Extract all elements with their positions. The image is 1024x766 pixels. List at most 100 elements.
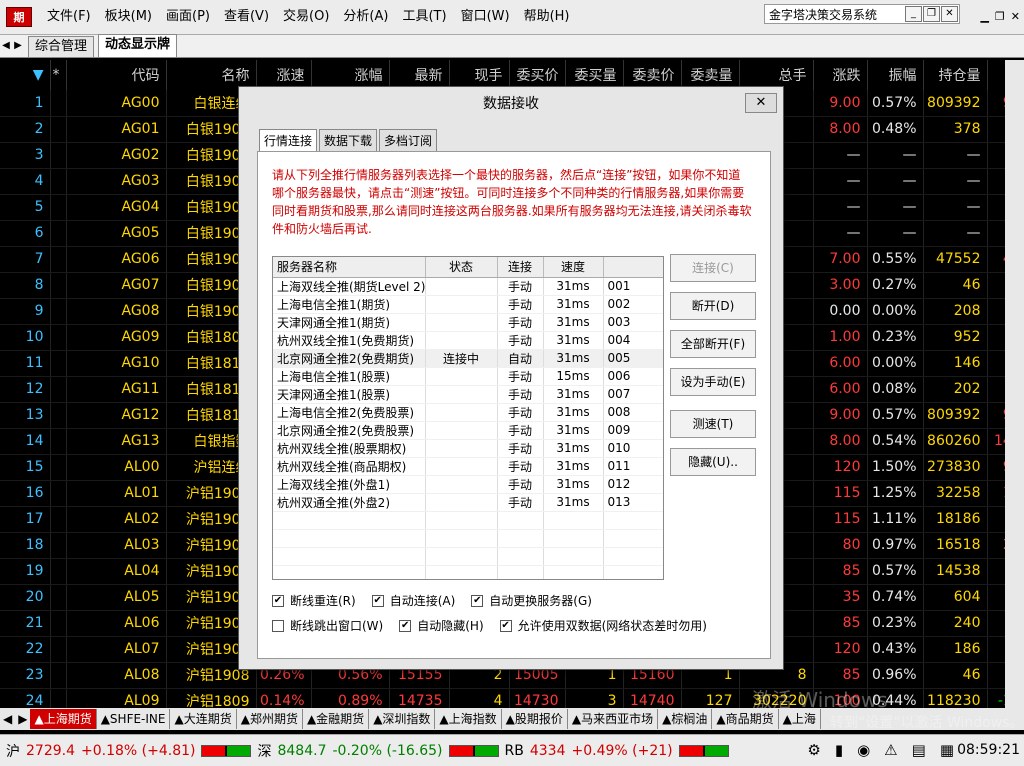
market-tab-4[interactable]: ▲金融期货 [303,709,370,729]
quote-cell: 7.00 [813,246,868,273]
speed-test-button[interactable]: 测速(T) [670,410,756,438]
menu-item-8[interactable]: 帮助(H) [517,0,577,34]
grid-vertical-scrollbar[interactable] [1005,60,1024,708]
menu-item-5[interactable]: 分析(A) [336,0,395,34]
market-tab-3[interactable]: ▲郑州期货 [237,709,303,729]
checkbox-icon[interactable] [272,619,284,632]
option-1[interactable]: ✔ 自动连接(A) [371,592,455,609]
disconnect-all-button[interactable]: 全部断开(F) [670,330,756,358]
market-tab-next-icon[interactable]: ▶ [15,712,30,726]
menu-item-1[interactable]: 板块(M) [98,0,159,34]
minimize-icon[interactable]: _ [905,6,922,22]
checkbox-icon[interactable]: ✔ [399,619,412,632]
server-row[interactable]: 杭州双通全推(外盘2) 手动 31ms 013 [273,493,663,512]
server-row[interactable]: 上海双线全推(外盘1) 手动 31ms 012 [273,475,663,494]
market-tab-7[interactable]: ▲股期报价 [502,709,568,729]
menu-item-6[interactable]: 工具(T) [395,0,453,34]
col-header-15[interactable]: 持仓量 [923,60,988,90]
tab-data-download[interactable]: 数据下载 [319,129,378,151]
option-3[interactable]: 断线跳出窗口(W) [272,617,383,634]
server-cell: 009 [603,421,663,440]
server-row[interactable]: 杭州双线全推(商品期权) 手动 31ms 011 [273,457,663,476]
child-window-title-bar: 金字塔决策交易系统 _ ❐ ✕ [764,4,960,24]
market-tab-11[interactable]: ▲上海 [779,709,821,729]
dialog-title-text: 数据接收 [483,96,539,112]
database-icon[interactable]: ▮ [835,741,843,759]
mdi-close-icon[interactable]: ✕ [1011,10,1020,23]
col-header-16[interactable]: 仓差 [987,60,1005,90]
close-icon[interactable]: ✕ [941,6,958,22]
col-header-1[interactable]: * [50,60,67,90]
option-2[interactable]: ✔ 自动更换服务器(G) [471,592,592,609]
checkbox-icon[interactable]: ✔ [471,594,484,607]
tab-dynamic-board[interactable]: 动态显示牌 [98,34,178,57]
server-col-header-3[interactable]: 速度 [543,257,604,278]
server-row[interactable]: 上海电信全推2(免费股票) 手动 31ms 008 [273,403,663,422]
option-4[interactable]: ✔ 自动隐藏(H) [399,617,484,634]
market-tab-5[interactable]: ▲深圳指数 [369,709,436,729]
server-row[interactable]: 北京网通全推2(免费期货) 连接中 自动 31ms 005 [273,349,663,368]
col-header-0[interactable]: ▼ [0,60,51,90]
server-row[interactable]: 上海电信全推1(期货) 手动 31ms 002 [273,295,663,314]
menu-item-0[interactable]: 文件(F) [40,0,98,34]
restore-icon[interactable]: ❐ [923,6,940,22]
mdi-restore-icon[interactable]: ❐ [995,10,1005,23]
disconnect-button[interactable]: 断开(D) [670,292,756,320]
connection-icon[interactable]: ◉ [857,741,870,759]
server-col-header-2[interactable]: 连接 [497,257,544,278]
ticket-icon[interactable]: ▤ [912,741,926,759]
notes-icon[interactable]: ▦ [940,741,954,759]
tab-next-icon[interactable]: ▶ [12,35,24,57]
hide-button[interactable]: 隐藏(U).. [670,448,756,476]
server-row[interactable]: 上海双线全推(期货Level 2) 手动 31ms 001 [273,277,663,296]
server-col-header-1[interactable]: 状态 [425,257,498,278]
server-row[interactable]: 天津网通全推1(股票) 手动 31ms 007 [273,385,663,404]
market-tab-10[interactable]: ▲商品期货 [712,709,779,729]
menu-item-2[interactable]: 画面(P) [159,0,217,34]
quote-cell: 0.57% [867,402,924,429]
market-tab-9[interactable]: ▲棕榈油 [658,709,713,729]
server-col-header-0[interactable]: 服务器名称 [273,257,426,278]
market-tab-8[interactable]: ▲马来西亚市场 [568,709,659,729]
server-row[interactable]: 杭州双线全推1(免费期货) 手动 31ms 004 [273,331,663,350]
menu-item-3[interactable]: 查看(V) [217,0,276,34]
connect-button[interactable]: 连接(C) [670,254,756,282]
server-col-header-4[interactable] [603,257,663,278]
server-row[interactable]: 天津网通全推1(期货) 手动 31ms 003 [273,313,663,332]
option-0[interactable]: ✔ 断线重连(R) [272,592,356,609]
mdi-minimize-icon[interactable]: ▁ [980,10,988,23]
alert-icon[interactable]: ⚠ [884,741,897,759]
tab-prev-icon[interactable]: ◀ [0,35,12,57]
tab-multi-subscribe[interactable]: 多档订阅 [379,129,438,151]
network-icon[interactable]: ⚙ [807,741,820,759]
quote-cell [50,142,67,169]
col-header-13[interactable]: 涨跌 [813,60,868,90]
server-row[interactable]: 杭州双线全推(股票期权) 手动 31ms 010 [273,439,663,458]
tab-general-management[interactable]: 综合管理 [28,36,95,57]
market-tab-0[interactable]: ▲上海期货 [30,709,97,729]
server-row[interactable]: 上海电信全推1(股票) 手动 15ms 006 [273,367,663,386]
menu-item-7[interactable]: 窗口(W) [454,0,517,34]
market-tab-2[interactable]: ▲大连期货 [170,709,237,729]
checkbox-icon[interactable]: ✔ [272,594,284,607]
col-header-2[interactable]: 代码 [66,60,167,90]
col-header-14[interactable]: 振幅 [867,60,924,90]
server-cell: 杭州双线全推(商品期权) [273,457,426,476]
market-tab-6[interactable]: ▲上海指数 [435,709,502,729]
market-tab-prev-icon[interactable]: ◀ [0,712,15,726]
server-list[interactable]: 服务器名称 状态 连接 速度 上海双线全推(期货Level 2) 手动 31ms 001 上海… [272,256,664,580]
quote-cell: AL05 [66,584,167,611]
option-5[interactable]: ✔ 允许使用双数据(网络状态差时勿用) [499,617,707,634]
checkbox-icon[interactable]: ✔ [499,619,512,632]
market-tab-1[interactable]: ▲SHFE-INE [97,709,171,729]
server-cell: 012 [603,475,663,494]
server-cell: 31ms [543,439,604,458]
set-manual-button[interactable]: 设为手动(E) [670,368,756,396]
dialog-close-button[interactable]: ✕ [745,93,777,113]
tab-market-connect[interactable]: 行情连接 [259,129,318,151]
menu-item-4[interactable]: 交易(O) [276,0,336,34]
quote-cell: 0.55% [867,246,924,273]
checkbox-icon[interactable]: ✔ [371,594,384,607]
server-row[interactable]: 北京网通全推2(免费股票) 手动 31ms 009 [273,421,663,440]
quote-cell: 14730 [509,688,566,708]
